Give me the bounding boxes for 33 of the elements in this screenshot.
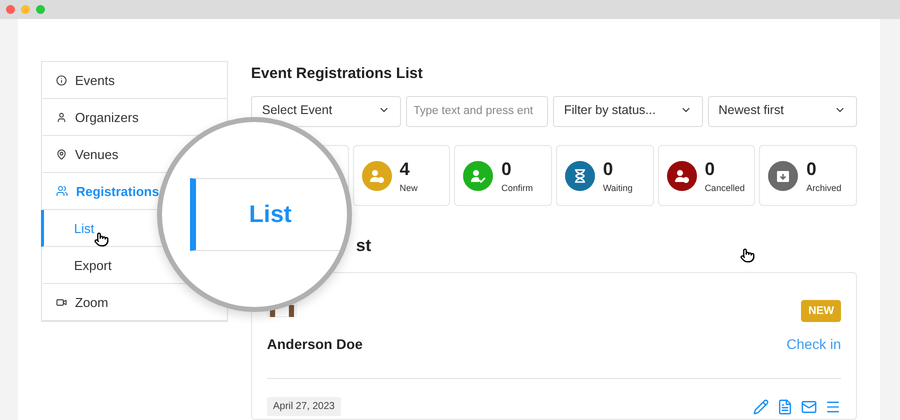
menu-icon[interactable] [825,398,841,414]
document-icon[interactable] [777,398,793,414]
date-label: April 27, 2023 [267,397,341,416]
maximize-window-dot[interactable] [36,5,45,14]
stat-label: Cancelled [704,182,745,192]
sidebar-item[interactable]: Events [41,62,227,99]
stat-label: Archived [806,182,842,192]
location-pin-icon [56,148,67,160]
stat-label: Confirm [501,182,533,192]
stat-count: 0 [501,158,512,180]
pencil-icon[interactable] [753,398,769,414]
minimize-window-dot[interactable] [21,5,30,14]
stat-label: Waiting [603,182,633,192]
stat-label: New [400,182,418,192]
stat-count: 4 [400,158,411,180]
close-window-dot[interactable] [6,5,15,14]
mail-icon[interactable] [801,398,817,414]
person-icon [56,112,67,122]
dropdown[interactable]: Newest first [708,96,857,127]
stat-count: 0 [603,158,614,180]
hand-pointer-icon [94,232,109,247]
page-title: Event Registrations List [251,65,424,82]
people-icon [56,185,68,197]
video-camera-icon [56,296,67,308]
search-field[interactable]: Type text and press ent [406,96,548,127]
status-badge: NEW [801,300,841,322]
attendee-name: Anderson Doe [267,336,363,352]
dropdown[interactable]: Filter by status... [553,96,702,127]
info-icon [56,74,67,86]
stat-count: 0 [806,158,818,180]
hand-pointer-icon [740,248,755,263]
section-heading: st [356,236,372,256]
stat-count: 0 [704,158,716,180]
